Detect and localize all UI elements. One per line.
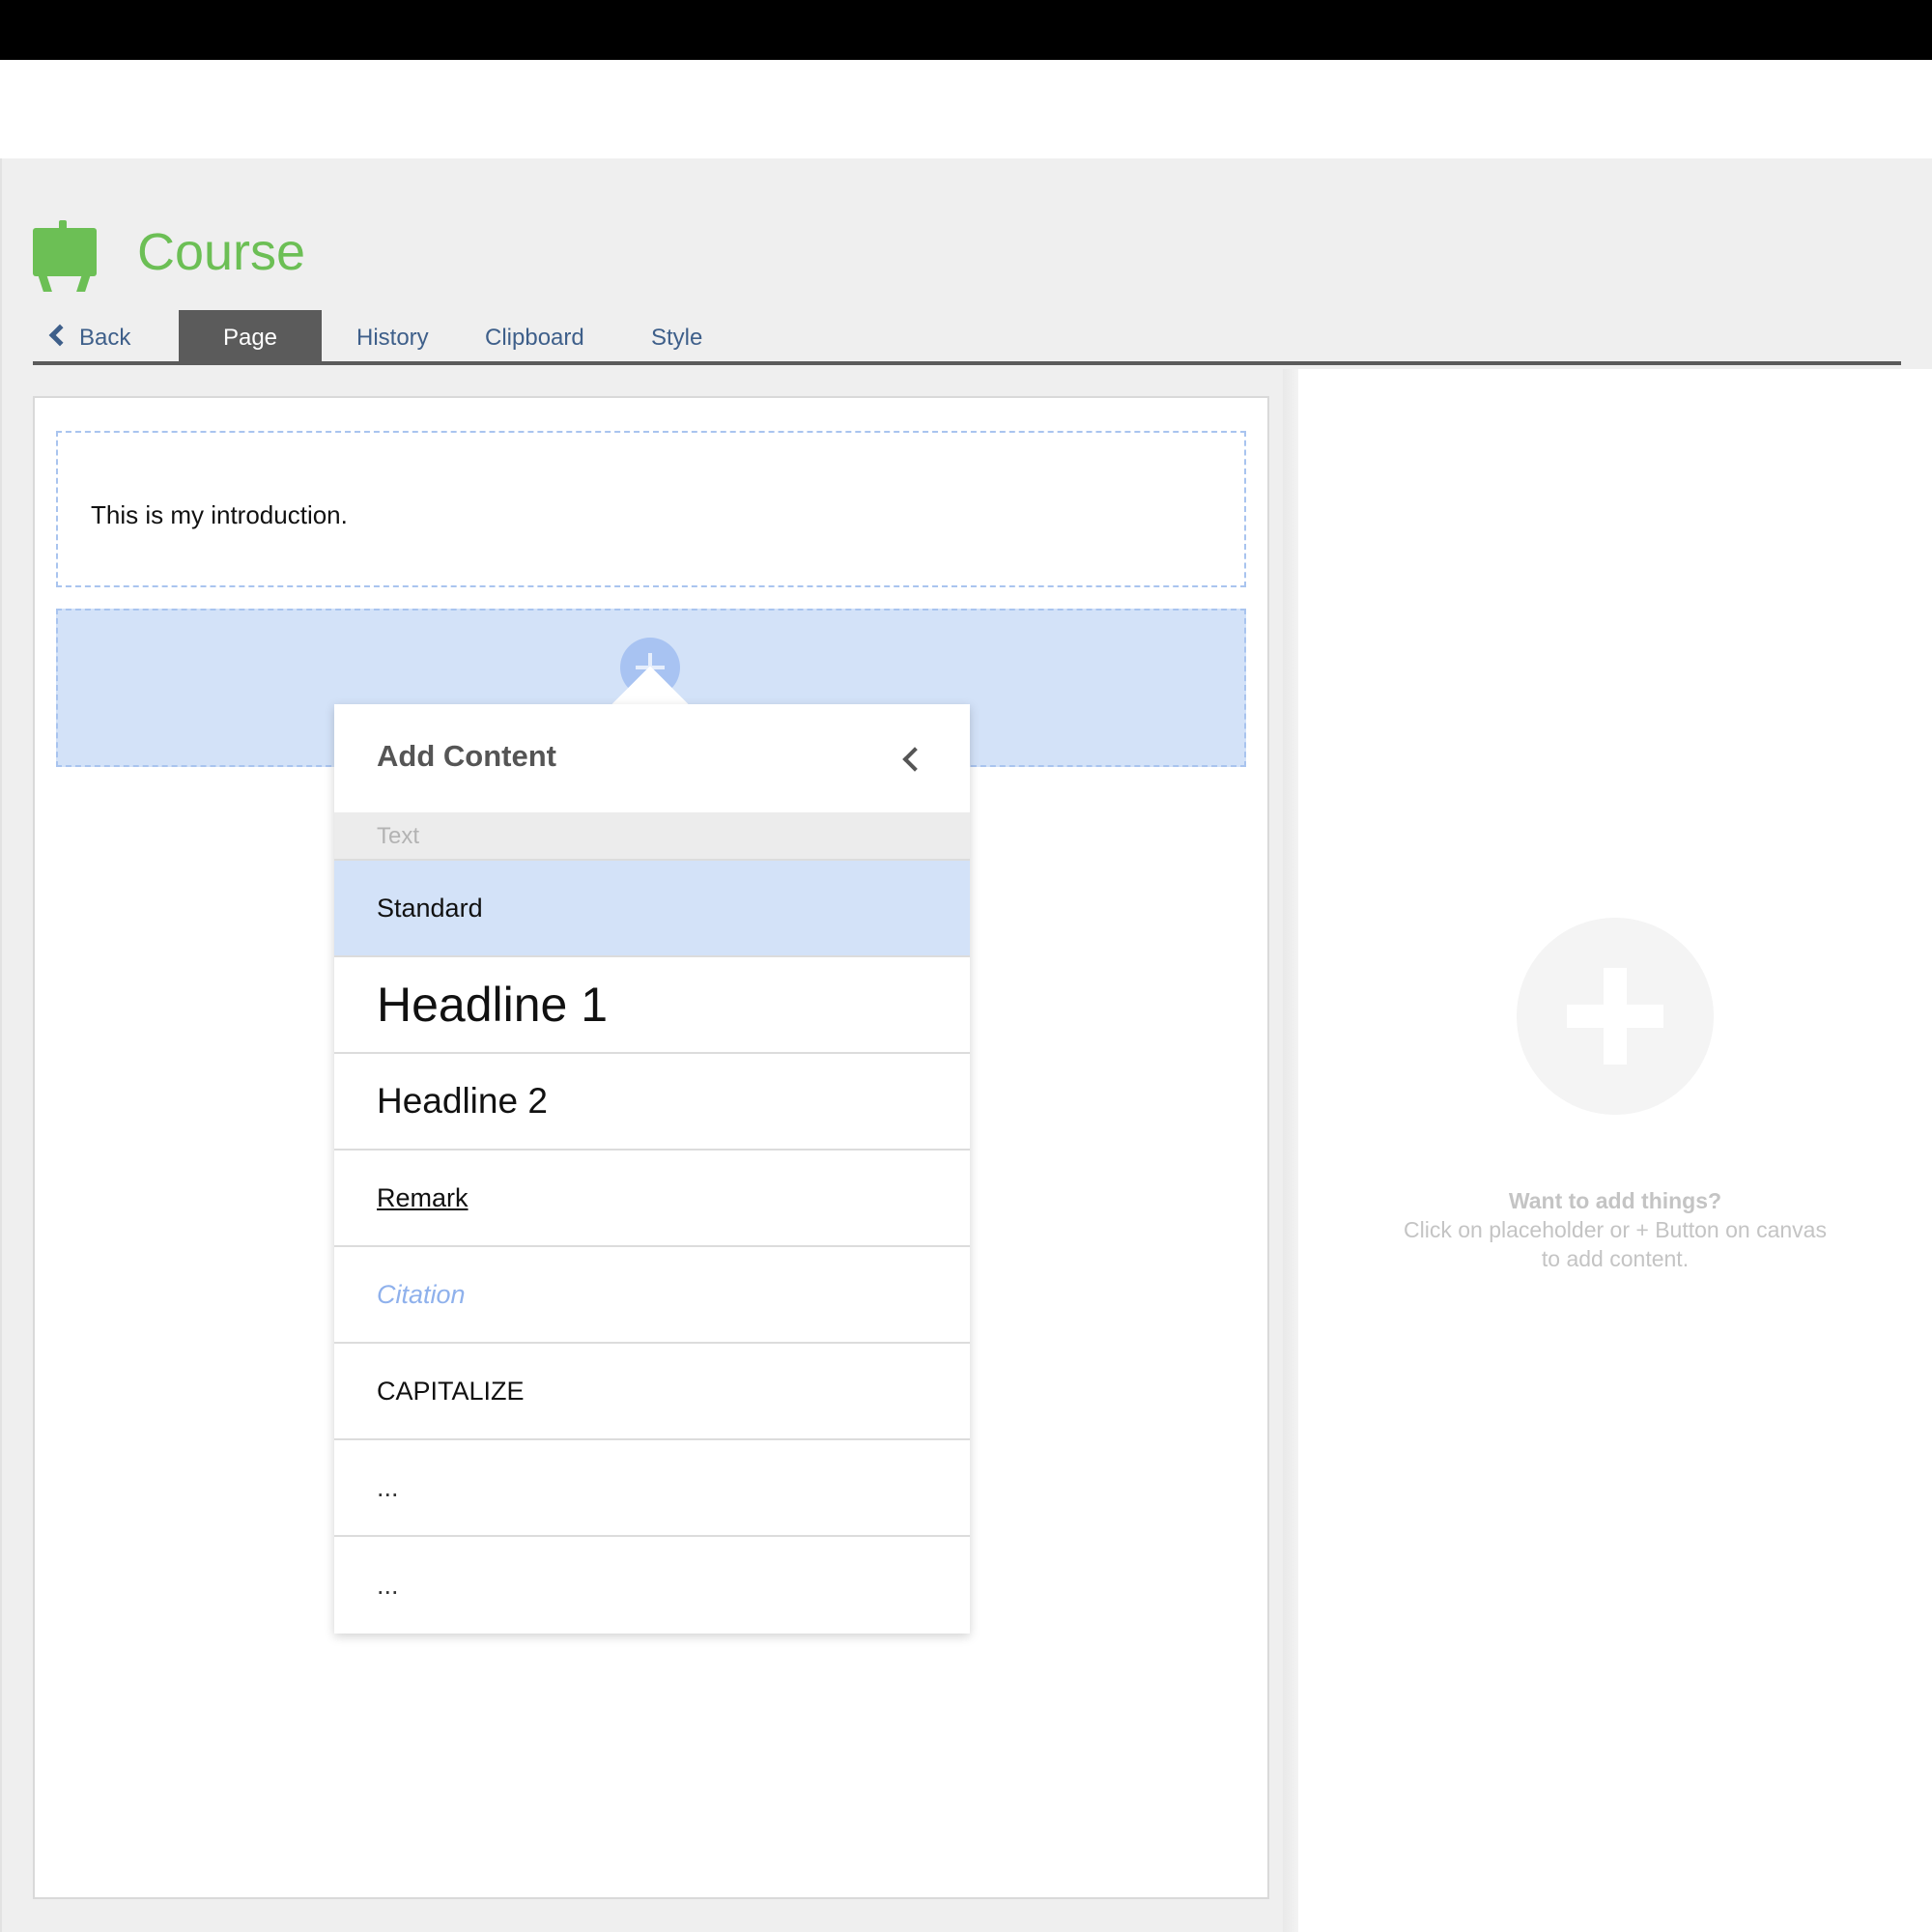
app-header: Course [31, 220, 305, 294]
tab-style[interactable]: Style [651, 310, 702, 361]
chevron-left-icon[interactable] [896, 743, 927, 776]
empty-state-line: Click on placeholder or + Button on canv… [1404, 1217, 1827, 1242]
top-spacer [0, 60, 1932, 158]
content-option-citation[interactable]: Citation [334, 1247, 970, 1344]
plus-circle-icon [1517, 918, 1714, 1115]
content-option-standard[interactable]: Standard [334, 861, 970, 957]
intro-text-block[interactable]: This is my introduction. [56, 431, 1246, 587]
easel-icon [31, 220, 99, 294]
empty-state-title: Want to add things? [1508, 1188, 1722, 1213]
popup-header: Add Content [334, 704, 970, 812]
content-option-more[interactable]: ... [334, 1440, 970, 1537]
chevron-left-icon [48, 324, 71, 347]
popup-title: Add Content [377, 739, 556, 773]
tab-clipboard[interactable]: Clipboard [485, 310, 584, 361]
page-title: Course [137, 223, 306, 281]
add-content-popup: Add Content Text Standard Headline 1 Hea… [334, 704, 970, 1634]
sidebar-panel [1298, 369, 1932, 1932]
back-button[interactable]: Back [48, 310, 131, 361]
content-option-more[interactable]: ... [334, 1537, 970, 1634]
content-option-headline-1[interactable]: Headline 1 [334, 957, 970, 1054]
section-label-text: Text [334, 812, 970, 861]
content-option-remark[interactable]: Remark [334, 1151, 970, 1247]
tab-history[interactable]: History [356, 310, 429, 361]
empty-state-message: Want to add things? Click on placeholder… [1298, 1186, 1932, 1273]
empty-state-line: to add content. [1541, 1246, 1690, 1271]
tab-bar: Back Page History Clipboard Style [33, 310, 1901, 365]
top-black-bar [0, 0, 1932, 60]
intro-text: This is my introduction. [91, 500, 348, 529]
sidebar-divider [1283, 369, 1298, 1932]
back-label: Back [79, 325, 131, 351]
content-option-capitalize[interactable]: CAPITALIZE [334, 1344, 970, 1440]
tab-page[interactable]: Page [179, 310, 322, 361]
content-option-headline-2[interactable]: Headline 2 [334, 1054, 970, 1151]
